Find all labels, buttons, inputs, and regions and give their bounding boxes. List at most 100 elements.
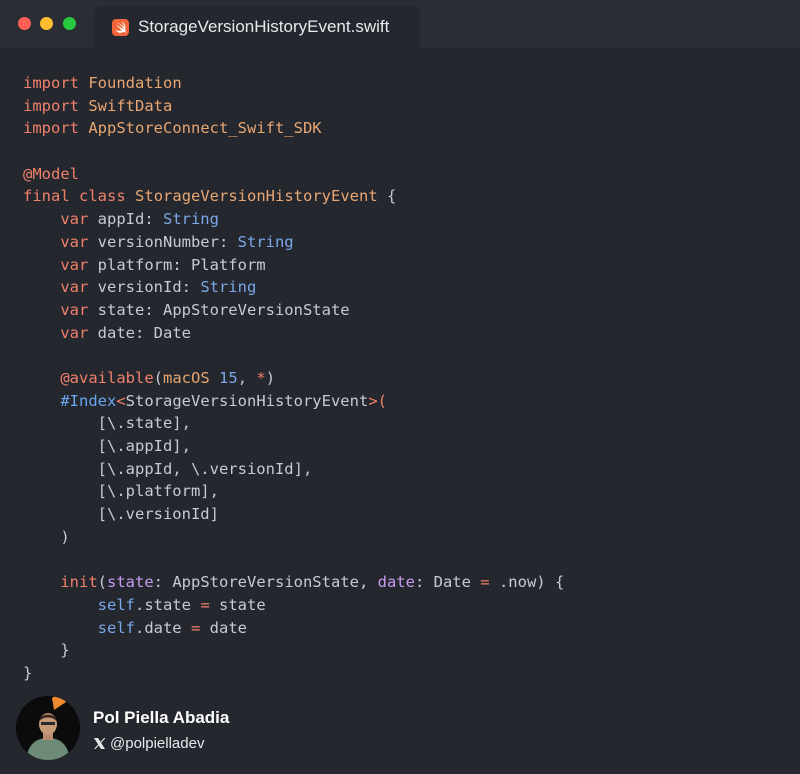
- code-token: ): [265, 368, 276, 387]
- code-token: platform: Platform: [88, 255, 266, 274]
- x-logo-icon: [93, 737, 106, 750]
- code-line: import AppStoreConnect_Swift_SDK: [23, 117, 790, 140]
- code-token: self: [97, 595, 135, 614]
- code-token: StorageVersionHistoryEvent: [125, 391, 369, 410]
- author-handle: @polpielladev: [110, 735, 205, 752]
- code-line: var appId: String: [23, 208, 790, 231]
- code-token: state: [209, 595, 266, 614]
- code-line: @available(macOS 15, *): [23, 367, 790, 390]
- code-token: class: [79, 187, 126, 206]
- code-token: =: [480, 573, 490, 592]
- code-token: final: [23, 187, 70, 206]
- code-token: state: AppStoreVersionState: [88, 300, 350, 319]
- code-token: =: [200, 595, 210, 614]
- code-token: @available: [60, 368, 154, 387]
- code-token: import: [23, 74, 79, 92]
- code-token: =: [190, 618, 201, 637]
- code-line: var versionId: String: [23, 276, 790, 299]
- code-token: date: [200, 618, 247, 637]
- code-line: self.state = state: [23, 594, 790, 617]
- code-line: var versionNumber: String: [23, 231, 790, 254]
- code-line: [\.appId, \.versionId],: [23, 458, 790, 481]
- code-line: #Index<StorageVersionHistoryEvent>(: [23, 390, 790, 413]
- code-token: ): [23, 527, 70, 546]
- code-token: import: [23, 119, 79, 138]
- code-line: @Model: [23, 163, 790, 186]
- code-line: self.date = date: [23, 617, 790, 640]
- code-token: var: [60, 323, 89, 342]
- code-token: {: [377, 187, 397, 206]
- file-tab[interactable]: StorageVersionHistoryEvent.swift: [94, 6, 420, 48]
- code-token: 15: [219, 368, 238, 387]
- code-token: @Model: [23, 164, 79, 183]
- author-footer: Pol Piella Abadia @polpielladev: [0, 688, 800, 774]
- code-line: init(state: AppStoreVersionState, date: …: [23, 571, 790, 594]
- author-name: Pol Piella Abadia: [93, 708, 230, 727]
- code-token: var: [60, 255, 89, 274]
- code-line: import Foundation: [23, 72, 790, 95]
- code-token: #Index: [60, 391, 117, 410]
- code-token: date: Date: [88, 323, 191, 342]
- code-token: [\.state],: [23, 414, 191, 433]
- code-token: [\.versionId]: [23, 505, 219, 524]
- swift-icon: [112, 19, 129, 36]
- code-line: var state: AppStoreVersionState: [23, 299, 790, 322]
- code-token: >(: [368, 391, 387, 410]
- code-token: }: [23, 641, 70, 660]
- code-token: .state: [134, 595, 201, 614]
- code-line: var date: Date: [23, 322, 790, 345]
- code-token: SwiftData: [88, 96, 173, 115]
- code-token: }: [23, 663, 33, 682]
- code-token: *: [256, 368, 266, 387]
- code-token: Foundation: [88, 74, 182, 92]
- code-token: (: [97, 573, 107, 592]
- code-line: [\.versionId]: [23, 503, 790, 526]
- window-titlebar: StorageVersionHistoryEvent.swift: [0, 0, 800, 48]
- code-token: date: [377, 573, 415, 592]
- code-token: [\.platform],: [23, 482, 219, 501]
- code-token: var: [60, 278, 89, 297]
- code-token: .date: [134, 618, 191, 637]
- code-token: self: [97, 618, 135, 637]
- maximize-window-button[interactable]: [63, 17, 76, 30]
- code-token: appId:: [88, 210, 163, 229]
- code-line: ): [23, 526, 790, 549]
- code-token: [\.appId],: [23, 437, 191, 455]
- code-token: : Date: [414, 573, 481, 592]
- code-token: import: [23, 96, 79, 115]
- code-token: AppStoreConnect_Swift_SDK: [88, 119, 322, 138]
- code-token: versionId:: [88, 278, 201, 297]
- avatar: [16, 696, 80, 760]
- code-editor[interactable]: import Foundation import SwiftData import …: [23, 72, 790, 685]
- code-line: [\.platform],: [23, 480, 790, 503]
- code-line: var platform: Platform: [23, 254, 790, 277]
- code-token: ,: [237, 368, 257, 387]
- code-line: final class StorageVersionHistoryEvent {: [23, 185, 790, 208]
- code-token: [\.appId, \.versionId],: [23, 459, 313, 478]
- code-token: : AppStoreVersionState,: [153, 573, 378, 592]
- minimize-window-button[interactable]: [40, 17, 53, 30]
- close-window-button[interactable]: [18, 17, 31, 30]
- code-token: var: [60, 300, 89, 319]
- code-token: var: [60, 232, 89, 251]
- code-line: [\.appId],: [23, 435, 790, 458]
- file-tab-title: StorageVersionHistoryEvent.swift: [138, 17, 390, 36]
- code-token: String: [237, 232, 294, 251]
- code-token: state: [107, 573, 154, 592]
